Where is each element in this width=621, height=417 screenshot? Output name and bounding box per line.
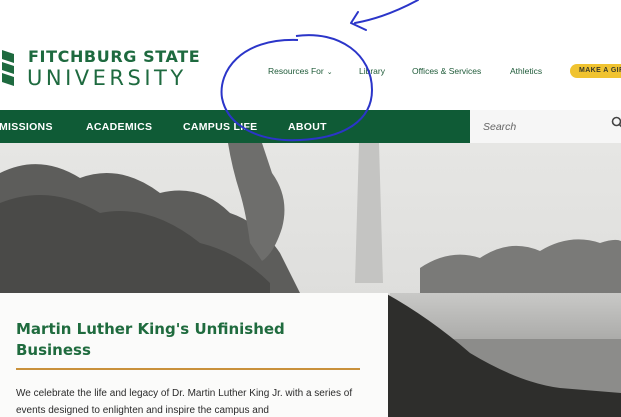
chevron-down-icon: ⌄ — [326, 69, 333, 76]
search-icon[interactable] — [611, 116, 621, 130]
nav-item-academics[interactable]: ACADEMICS — [86, 121, 152, 133]
make-a-gift-button[interactable]: MAKE A GIFT — [570, 64, 621, 78]
nav-item-about[interactable]: ABOUT — [288, 121, 327, 133]
site-header: FITCHBURG STATE UNIVERSITY Resources For… — [0, 0, 621, 110]
util-link-library[interactable]: Library — [359, 66, 385, 76]
nav-item-campus-life[interactable]: CAMPUS LIFE — [183, 121, 257, 133]
utility-nav: Resources For ⌄ Library Offices & Service… — [0, 66, 621, 78]
util-link-athletics[interactable]: Athletics — [510, 66, 542, 76]
util-link-resources-for[interactable]: Resources For ⌄ — [268, 66, 333, 76]
feature-body: We celebrate the life and legacy of Dr. … — [16, 388, 353, 416]
feature-divider — [16, 368, 360, 370]
logo-text-line1: FITCHBURG STATE — [28, 47, 201, 66]
util-link-offices-services[interactable]: Offices & Services — [412, 66, 481, 76]
util-link-label: Resources For — [268, 66, 324, 76]
search-box — [470, 110, 621, 143]
feature-title[interactable]: Martin Luther King's Unfinished Business — [16, 319, 346, 361]
nav-item-missions[interactable]: MISSIONS — [0, 121, 53, 133]
search-input[interactable] — [470, 110, 610, 143]
